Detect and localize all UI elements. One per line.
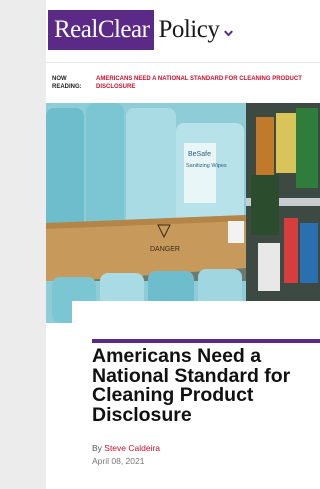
logo-policy: Policy xyxy=(158,16,220,43)
headline-rule xyxy=(92,339,320,343)
article-card: RealClear Policy NOW READING: AMERICANS … xyxy=(46,0,320,489)
product-brand-text: BeSafe xyxy=(188,151,211,158)
author-link[interactable]: Steve Caldeira xyxy=(104,443,160,453)
article-date: April 08, 2021 xyxy=(92,456,145,466)
chevron-down-icon[interactable] xyxy=(224,29,233,38)
product-name-text: Sanitizing Wipes xyxy=(186,163,227,169)
box-warning-text: DANGER xyxy=(150,246,180,253)
now-reading-title[interactable]: AMERICANS NEED A NATIONAL STANDARD FOR C… xyxy=(94,76,314,91)
now-reading-label: NOW READING: xyxy=(52,76,82,90)
now-reading-bar: NOW READING: AMERICANS NEED A NATIONAL S… xyxy=(52,76,314,91)
site-header: RealClear Policy xyxy=(46,0,320,63)
article-byline: By Steve Caldeira xyxy=(92,443,161,453)
hero-photo: BeSafe Sanitizing Wipes DANGER xyxy=(46,103,320,323)
logo-realclear: RealClear xyxy=(48,10,155,50)
page-margin xyxy=(0,0,46,489)
page: RealClear Policy NOW READING: AMERICANS … xyxy=(0,0,320,489)
article-headline: Americans Need a National Standard for C… xyxy=(92,345,291,426)
article-hero-image: BeSafe Sanitizing Wipes DANGER xyxy=(46,103,320,323)
site-logo[interactable]: RealClear Policy xyxy=(48,10,220,50)
